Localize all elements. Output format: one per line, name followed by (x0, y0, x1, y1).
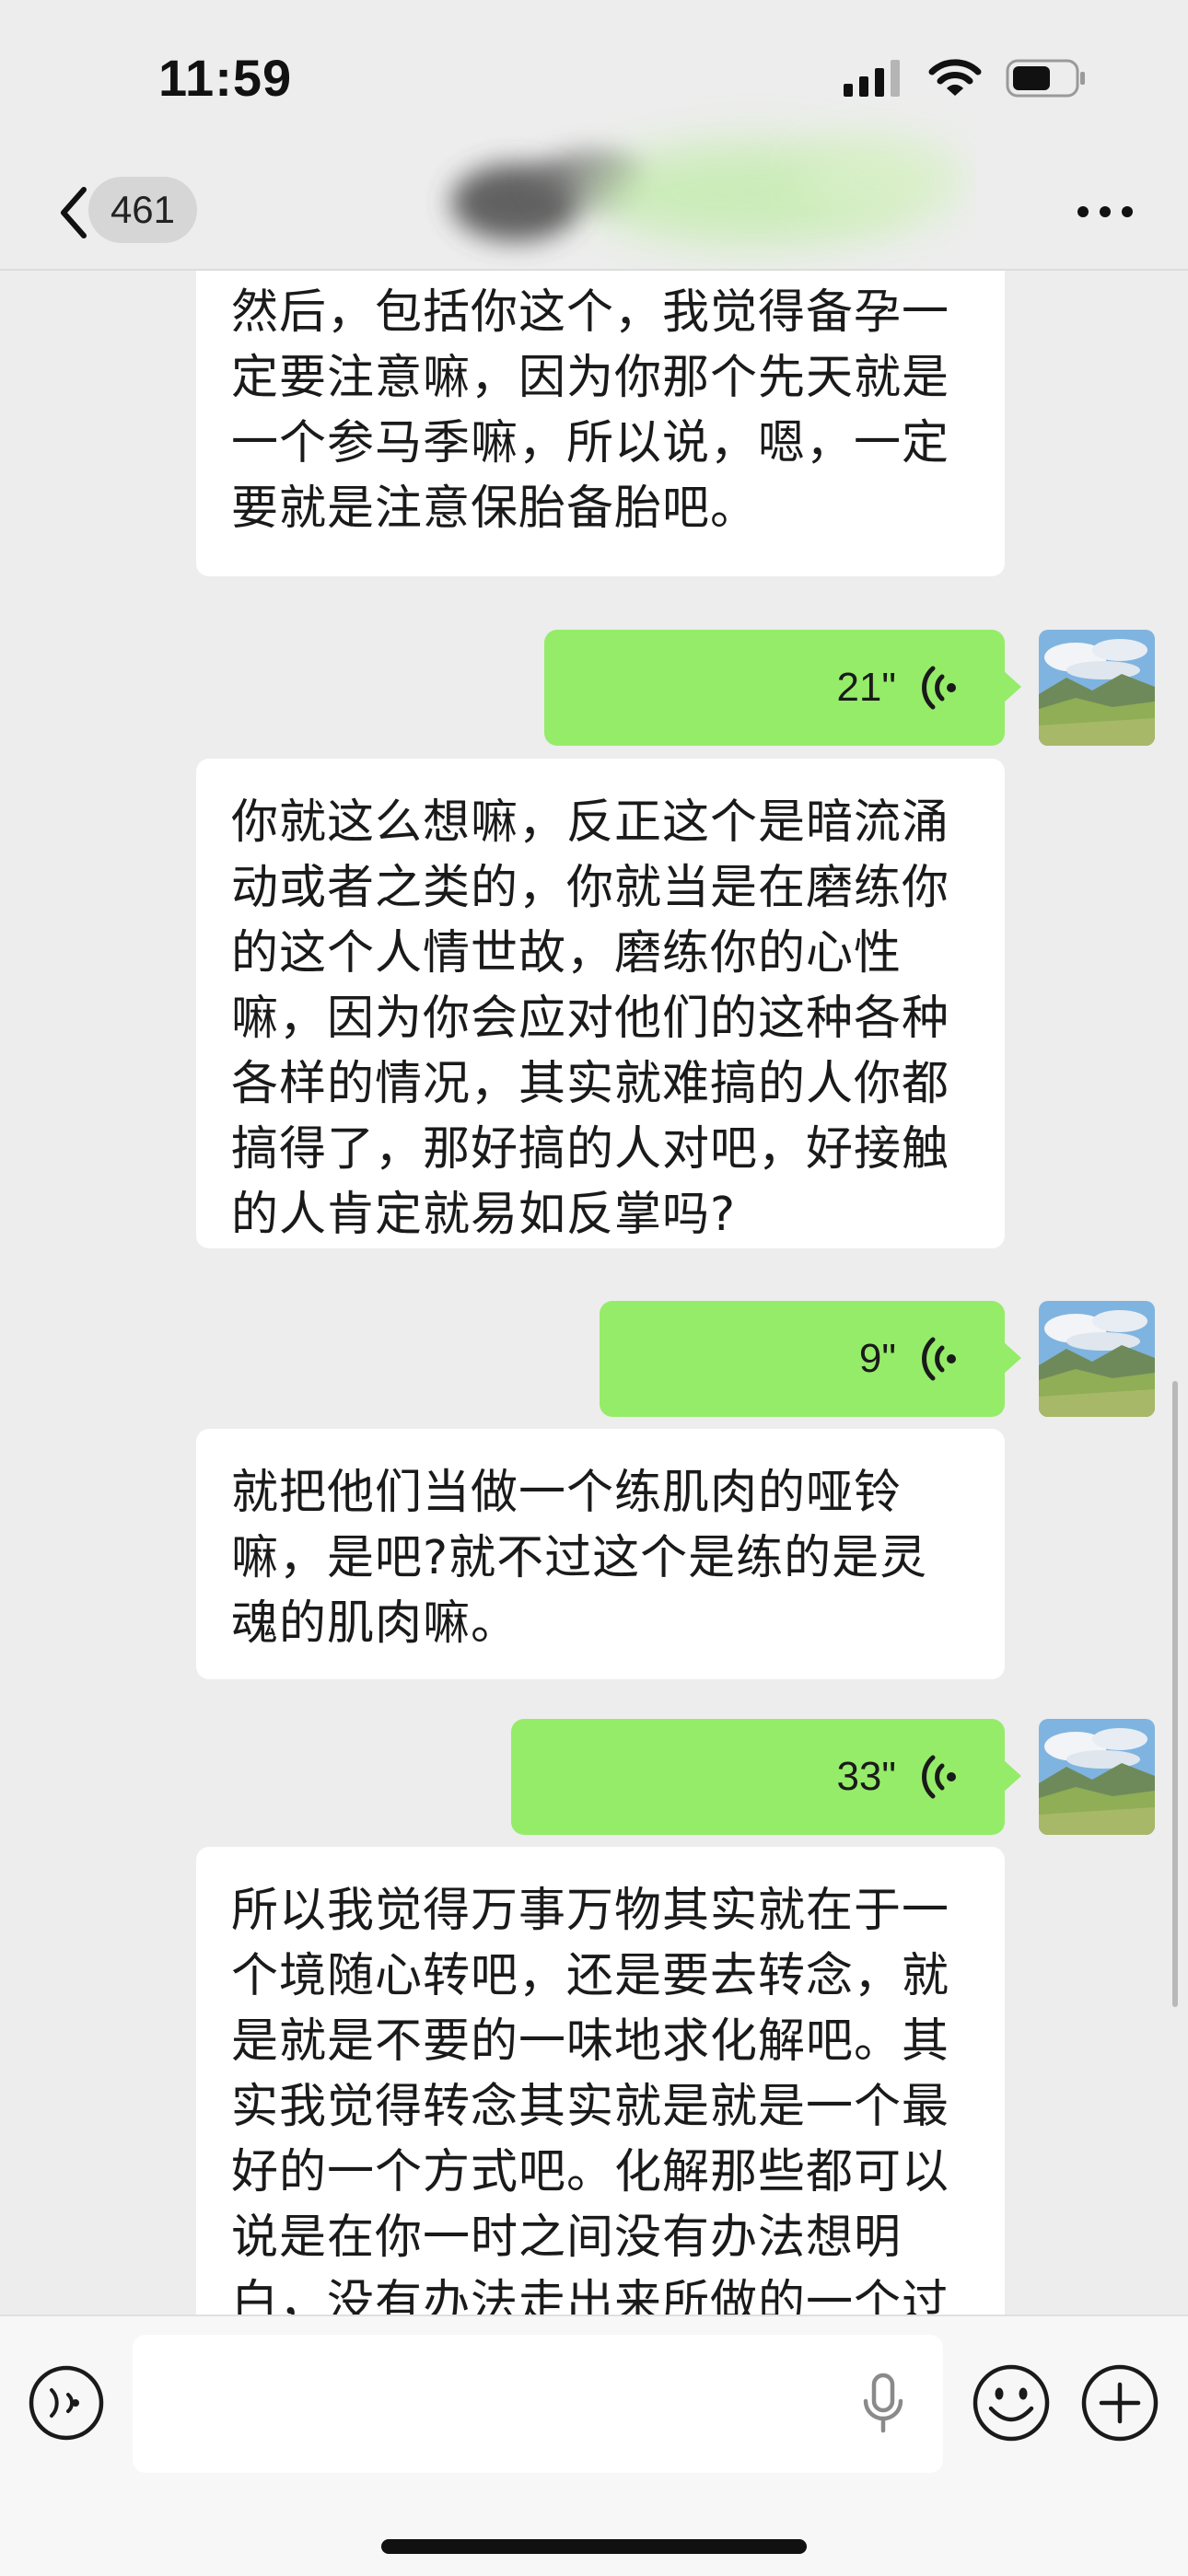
voice-wave-icon (922, 1337, 956, 1381)
redacted-chat-title (451, 138, 967, 244)
cellular-signal-icon (844, 60, 900, 97)
voice-wave-icon (922, 666, 956, 710)
message-input-bar (0, 2315, 1188, 2576)
emoji-button[interactable] (971, 2362, 1052, 2443)
incoming-text-message[interactable]: 你就这么想嘛，反正这个是暗流涌 动或者之类的，你就当是在磨练你 的这个人情世故，… (196, 759, 1005, 1248)
more-functions-button[interactable] (1079, 2362, 1160, 2443)
battery-icon (1006, 59, 1085, 98)
message-text: 然后，包括你这个，我觉得备孕一 定要注意嘛，因为你那个先天就是 一个参马季嘛，所… (231, 285, 950, 536)
incoming-text-message[interactable]: 所以我觉得万事万物其实就在于一 个境随心转吧，还是要去转念，就 是就是不要的一味… (196, 1847, 1005, 2315)
incoming-text-message[interactable]: 然后，包括你这个，我觉得备孕一 定要注意嘛，因为你那个先天就是 一个参马季嘛，所… (196, 271, 1005, 576)
incoming-text-message[interactable]: 就把他们当做一个练肌肉的哑铃 嘛，是吧?就不过这个是练的是灵 魂的肌肉嘛。 (196, 1429, 1005, 1679)
landscape-avatar-image (1039, 1301, 1155, 1417)
landscape-avatar-image (1039, 1719, 1155, 1835)
microphone-icon[interactable] (860, 2372, 906, 2436)
chevron-left-icon (61, 187, 87, 238)
voice-mode-icon (29, 2365, 104, 2441)
outgoing-voice-message[interactable]: 33" (511, 1719, 1021, 1835)
my-avatar[interactable] (1039, 630, 1155, 746)
plus-icon (1081, 2364, 1159, 2442)
scroll-indicator[interactable] (1172, 1381, 1178, 2007)
message-text: 你就这么想嘛，反正这个是暗流涌 动或者之类的，你就当是在磨练你 的这个人情世故，… (231, 795, 950, 1242)
outgoing-voice-message[interactable]: 9" (600, 1301, 1021, 1417)
unread-count-badge[interactable]: 461 (88, 177, 197, 243)
voice-duration: 21" (836, 665, 896, 710)
message-text-input[interactable] (133, 2335, 943, 2473)
outgoing-voice-message[interactable]: 21" (544, 630, 1021, 746)
more-options-button[interactable] (1068, 184, 1142, 239)
voice-duration: 33" (836, 1754, 896, 1799)
chat-nav-bar: 461 (0, 138, 1188, 271)
voice-wave-icon (922, 1755, 956, 1799)
message-text: 所以我觉得万事万物其实就在于一 个境随心转吧，还是要去转念，就 是就是不要的一味… (231, 1884, 950, 2315)
chat-message-list[interactable]: 然后，包括你这个，我觉得备孕一 定要注意嘛，因为你那个先天就是 一个参马季嘛，所… (0, 271, 1188, 2315)
home-indicator[interactable] (381, 2539, 807, 2554)
message-text: 就把他们当做一个练肌肉的哑铃 嘛，是吧?就不过这个是练的是灵 魂的肌肉嘛。 (231, 1466, 928, 1651)
voice-duration: 9" (858, 1336, 896, 1381)
emoji-icon (973, 2364, 1050, 2442)
landscape-avatar-image (1039, 630, 1155, 746)
voice-mode-button[interactable] (28, 2364, 105, 2442)
my-avatar[interactable] (1039, 1301, 1155, 1417)
status-time: 11:59 (158, 49, 293, 107)
ellipsis-icon (1077, 206, 1133, 217)
my-avatar[interactable] (1039, 1719, 1155, 1835)
